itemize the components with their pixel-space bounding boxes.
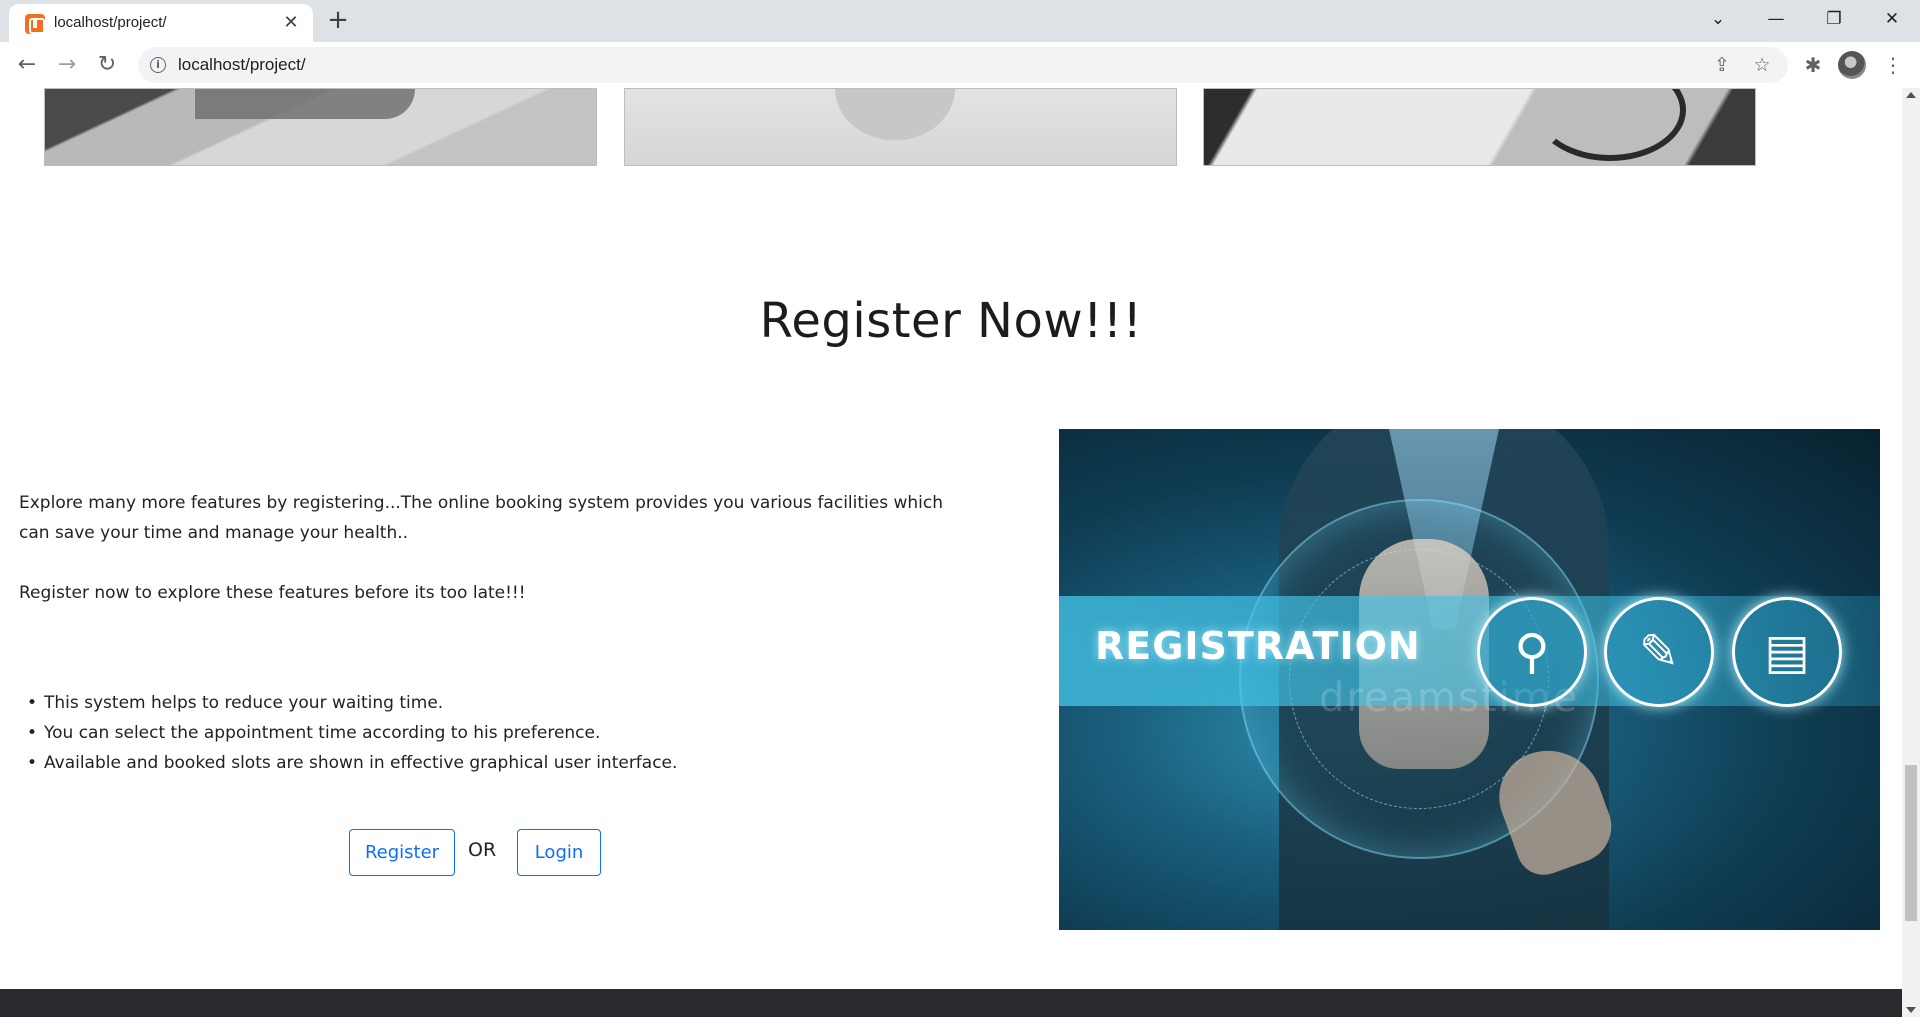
scroll-down-icon[interactable] xyxy=(1906,1007,1916,1013)
info-icon[interactable]: i xyxy=(150,57,166,73)
feature-list: This system helps to reduce your waiting… xyxy=(27,688,677,778)
document-edit-icon: ✎ xyxy=(1604,597,1714,707)
gallery-image-2 xyxy=(624,88,1177,166)
section-title: Register Now!!! xyxy=(759,293,1143,349)
login-button[interactable]: Login xyxy=(517,829,601,876)
address-bar[interactable]: i localhost/project/ ⇪ ☆ xyxy=(138,47,1788,83)
minimize-button[interactable]: — xyxy=(1752,0,1800,40)
tab-title: localhost/project/ xyxy=(54,14,167,31)
extensions-icon[interactable]: ✱ xyxy=(1800,52,1826,78)
page-viewport: Register Now!!! Explore many more featur… xyxy=(0,88,1902,1017)
gallery-image-3 xyxy=(1203,88,1756,166)
search-person-icon: ⚲ xyxy=(1477,597,1587,707)
list-item: This system helps to reduce your waiting… xyxy=(27,688,677,718)
share-icon[interactable]: ⇪ xyxy=(1710,53,1734,77)
tab-close-icon[interactable]: ✕ xyxy=(279,11,303,35)
or-separator: OR xyxy=(468,839,497,861)
back-icon[interactable]: ← xyxy=(13,51,41,79)
list-item: You can select the appointment time acco… xyxy=(27,718,677,748)
hero-banner-text: REGISTRATION xyxy=(1095,624,1421,668)
new-tab-button[interactable]: + xyxy=(324,6,352,34)
avatar[interactable] xyxy=(1838,51,1866,79)
gallery-image-1 xyxy=(44,88,597,166)
reload-icon[interactable]: ↻ xyxy=(93,51,121,79)
favicon-icon xyxy=(25,14,45,34)
id-card-icon: ▤ xyxy=(1732,597,1842,707)
page-scrollbar[interactable] xyxy=(1902,88,1920,1017)
browser-tabstrip: localhost/project/ ✕ + ⌄ — ❐ ✕ xyxy=(0,0,1920,42)
registration-hero-image: REGISTRATION dreamstime ⚲ ✎ ▤ xyxy=(1059,429,1880,930)
restore-button[interactable]: ❐ xyxy=(1810,0,1858,40)
browser-toolbar: ← → ↻ i localhost/project/ ⇪ ☆ ✱ ⋮ xyxy=(0,42,1920,88)
tab-search-icon[interactable]: ⌄ xyxy=(1694,0,1742,40)
close-window-button[interactable]: ✕ xyxy=(1868,0,1916,40)
browser-tab[interactable]: localhost/project/ ✕ xyxy=(9,4,313,42)
register-button[interactable]: Register xyxy=(349,829,455,876)
scrollbar-thumb[interactable] xyxy=(1905,765,1917,921)
scroll-up-icon[interactable] xyxy=(1906,92,1916,98)
cta-paragraph: Register now to explore these features b… xyxy=(19,583,526,603)
menu-icon[interactable]: ⋮ xyxy=(1880,52,1906,78)
url-text[interactable]: localhost/project/ xyxy=(178,55,306,75)
forward-icon[interactable]: → xyxy=(53,51,81,79)
star-icon[interactable]: ☆ xyxy=(1750,53,1774,77)
list-item: Available and booked slots are shown in … xyxy=(27,748,677,778)
footer xyxy=(0,989,1902,1017)
intro-paragraph: Explore many more features by registerin… xyxy=(19,493,943,543)
